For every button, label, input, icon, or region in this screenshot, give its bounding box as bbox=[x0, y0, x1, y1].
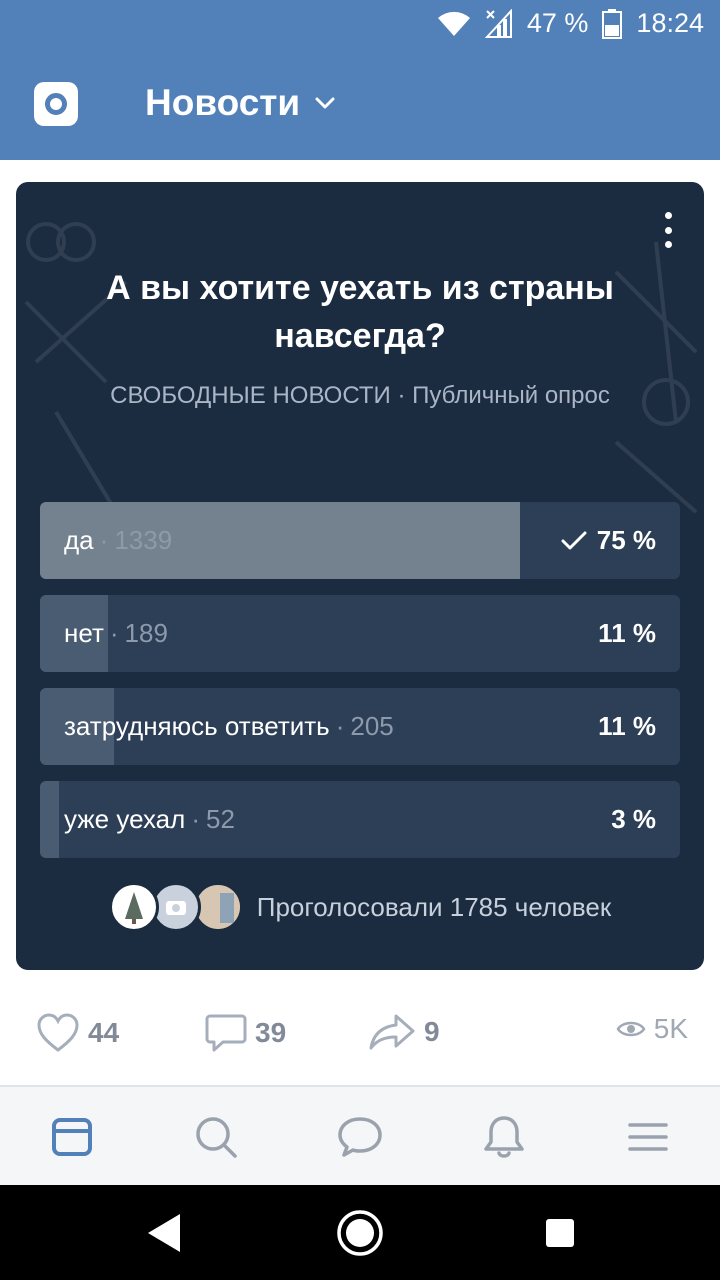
voters-count-text: Проголосовали 1785 человек bbox=[256, 891, 612, 922]
eye-icon bbox=[616, 1021, 646, 1037]
tab-menu[interactable] bbox=[622, 1111, 674, 1163]
poll-subtitle: СВОБОДНЫЕ НОВОСТИ · Публичный опрос bbox=[36, 382, 684, 410]
messages-icon bbox=[338, 1117, 382, 1157]
poll-option-count: 189 bbox=[124, 618, 168, 648]
chevron-down-icon bbox=[315, 97, 335, 109]
battery-icon bbox=[602, 8, 623, 39]
poll-option-bar bbox=[40, 781, 59, 858]
tab-search[interactable] bbox=[190, 1111, 242, 1163]
poll-option-count: 1339 bbox=[114, 525, 173, 555]
views-counter: 5K bbox=[616, 1013, 688, 1045]
poll-source[interactable]: СВОБОДНЫЕ НОВОСТИ bbox=[110, 382, 391, 409]
app-header: Новости bbox=[0, 52, 720, 160]
news-feed: А вы хотите уехать из страны навсегда? С… bbox=[0, 160, 720, 1085]
recents-icon bbox=[546, 1219, 574, 1247]
recents-button[interactable] bbox=[532, 1205, 588, 1261]
avatar bbox=[108, 882, 159, 932]
poll-option-label: уже уехал bbox=[64, 804, 186, 834]
back-icon bbox=[148, 1214, 180, 1252]
home-icon bbox=[337, 1210, 383, 1256]
poll-question: А вы хотите уехать из страны навсегда? bbox=[106, 269, 614, 355]
bottom-tab-bar bbox=[0, 1085, 720, 1185]
poll-option-dot: · bbox=[191, 804, 200, 834]
page-title: Новости bbox=[145, 82, 301, 123]
poll-option[interactable]: уже уехал · 52 3 % bbox=[40, 781, 680, 858]
comments-count: 39 bbox=[255, 1017, 287, 1048]
tab-notifications[interactable] bbox=[478, 1111, 530, 1163]
poll-option-dot: · bbox=[335, 711, 345, 741]
poll-options: да · 1339 75 % нет · 189 11 % затрудняюс… bbox=[40, 502, 680, 874]
poll-option[interactable]: нет · 189 11 % bbox=[40, 595, 680, 672]
back-button[interactable] bbox=[136, 1205, 192, 1261]
poll-option-label: нет bbox=[64, 618, 104, 648]
tab-messages[interactable] bbox=[334, 1111, 386, 1163]
signal-icon bbox=[484, 8, 512, 38]
poll-option[interactable]: затрудняюсь ответить · 205 11 % bbox=[40, 688, 680, 765]
poll-option-dot: · bbox=[109, 618, 119, 648]
poll-card: А вы хотите уехать из страны навсегда? С… bbox=[16, 182, 704, 970]
system-nav-bar bbox=[0, 1185, 720, 1280]
poll-option-count: 52 bbox=[205, 804, 235, 834]
shares-count: 9 bbox=[424, 1016, 440, 1047]
poll-option-percent: 75 % bbox=[596, 525, 656, 555]
heart-icon bbox=[37, 1013, 79, 1052]
post-actions: 44 39 9 5K bbox=[0, 1005, 720, 1065]
poll-voters[interactable]: Проголосовали 1785 человек bbox=[16, 882, 704, 932]
tab-news[interactable] bbox=[46, 1111, 98, 1163]
status-bar: 47 % 18:24 bbox=[0, 0, 720, 52]
home-button[interactable] bbox=[332, 1205, 388, 1261]
camera-icon[interactable] bbox=[34, 82, 78, 126]
battery-percent: 47 % bbox=[526, 8, 589, 38]
like-button[interactable]: 44 bbox=[36, 1013, 119, 1053]
poll-option-label: затрудняюсь ответить bbox=[64, 711, 330, 741]
likes-count: 44 bbox=[88, 1017, 120, 1048]
poll-type: Публичный опрос bbox=[412, 382, 610, 409]
poll-option[interactable]: да · 1339 75 % bbox=[40, 502, 680, 579]
share-icon bbox=[369, 1014, 415, 1050]
wifi-icon bbox=[437, 11, 470, 36]
clock: 18:24 bbox=[636, 8, 704, 38]
poll-option-percent: 11 % bbox=[598, 711, 656, 741]
share-button[interactable]: 9 bbox=[368, 1013, 440, 1051]
comment-icon bbox=[205, 1014, 247, 1052]
poll-option-dot: · bbox=[99, 525, 109, 555]
news-icon bbox=[52, 1118, 92, 1156]
search-icon bbox=[196, 1117, 237, 1158]
checkmark-icon bbox=[561, 531, 587, 549]
poll-separator: · bbox=[397, 382, 406, 409]
poll-option-percent: 3 % bbox=[611, 804, 656, 834]
feed-selector[interactable]: Новости bbox=[145, 82, 336, 124]
menu-icon bbox=[628, 1123, 668, 1151]
poll-option-percent: 11 % bbox=[598, 618, 656, 648]
comment-button[interactable]: 39 bbox=[205, 1013, 286, 1053]
poll-option-count: 205 bbox=[350, 711, 394, 741]
voter-avatars bbox=[108, 882, 245, 932]
notifications-icon bbox=[484, 1116, 524, 1158]
poll-option-label: да bbox=[64, 525, 94, 555]
more-options-icon[interactable] bbox=[658, 212, 678, 248]
views-count: 5K bbox=[653, 1013, 688, 1044]
